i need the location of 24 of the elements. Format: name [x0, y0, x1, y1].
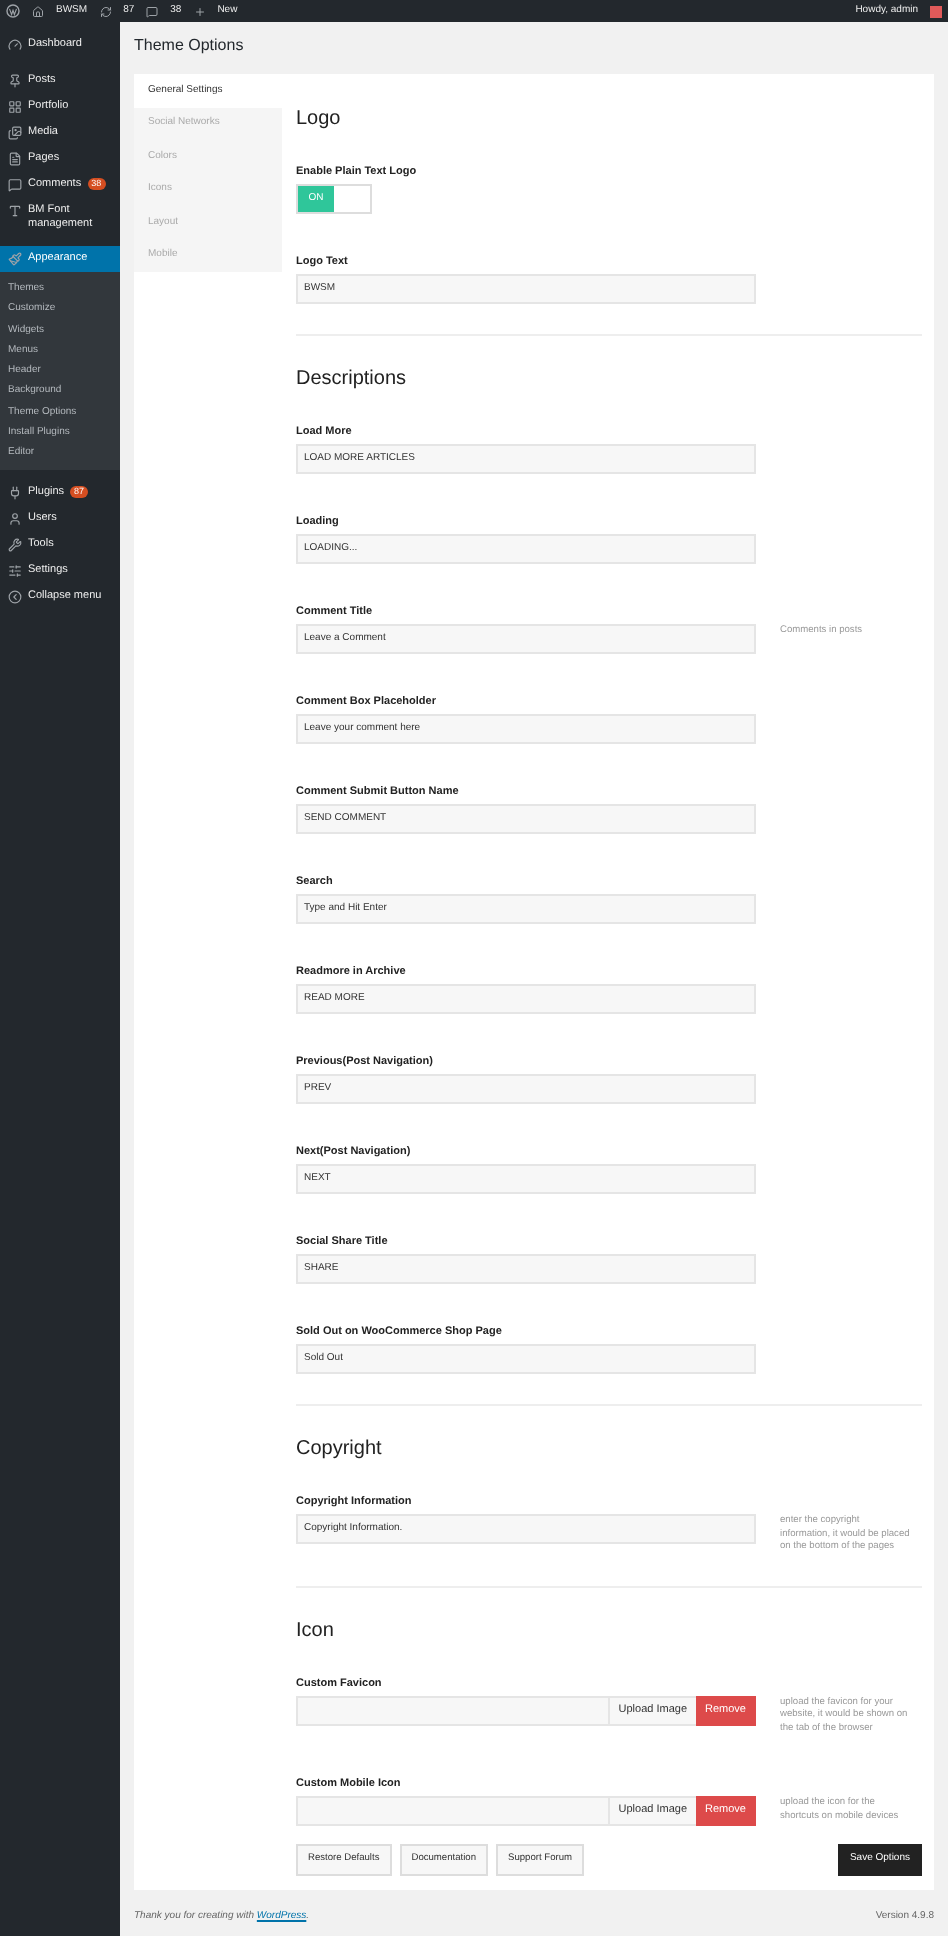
grid-icon: [8, 100, 22, 114]
gauge-icon: [8, 38, 22, 52]
user-icon: [8, 511, 22, 526]
wrench-icon: [8, 537, 22, 552]
collapse-icon: [8, 589, 22, 604]
sliders-icon: [8, 563, 22, 578]
plug-icon: [8, 485, 22, 500]
page-icon: [8, 152, 22, 166]
speech-bubble-icon: [146, 5, 159, 17]
letter-icon: [8, 204, 22, 218]
refresh-icon: [99, 5, 112, 17]
paintbrush-icon: [8, 252, 22, 266]
section-heading: Icon: [296, 1619, 336, 1643]
avatar: [930, 5, 942, 17]
home-icon: [32, 5, 44, 17]
logo-icon[interactable]: [6, 4, 20, 18]
images-icon: [8, 126, 22, 140]
plus-icon: [193, 5, 206, 17]
page-title: Theme Options: [134, 34, 246, 58]
section-heading: Descriptions: [296, 368, 409, 392]
speech-bubble-icon: [8, 178, 22, 192]
section-heading: Logo: [296, 108, 343, 132]
pin-icon: [8, 74, 22, 88]
section-heading: Copyright: [296, 1438, 384, 1462]
